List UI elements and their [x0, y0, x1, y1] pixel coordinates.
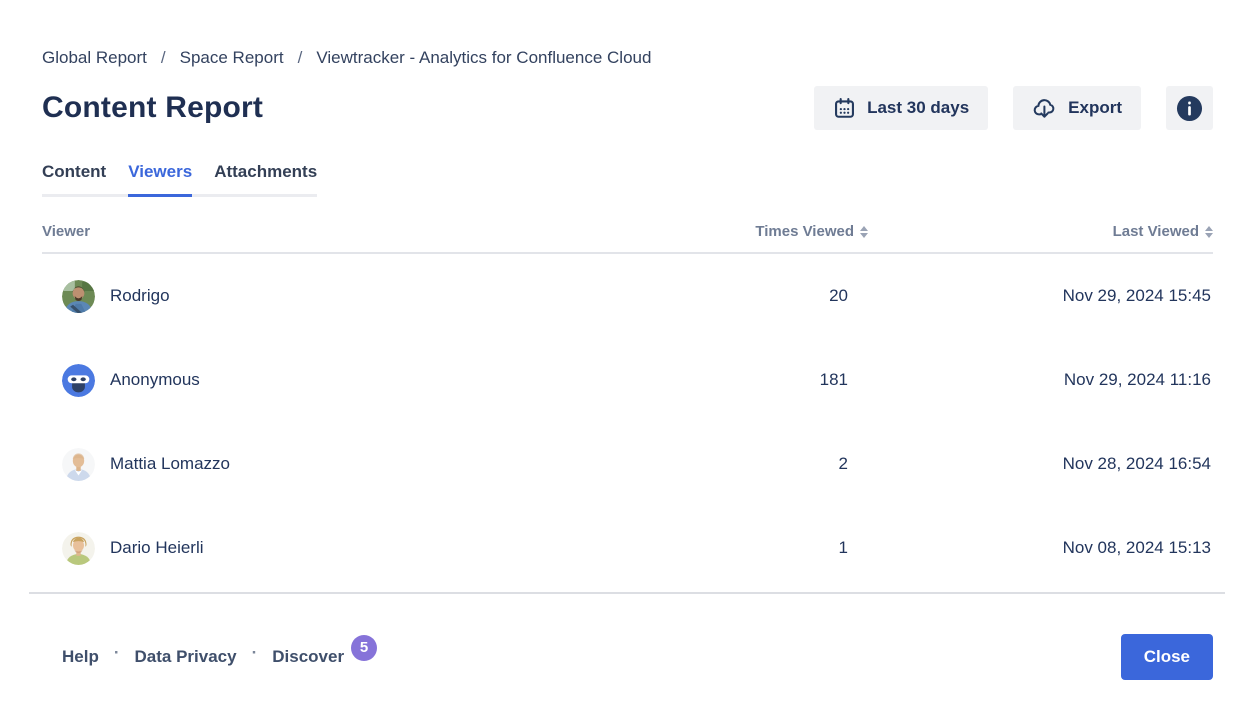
last-viewed-value: Nov 29, 2024 11:16	[868, 370, 1213, 390]
times-viewed-value: 1	[648, 538, 868, 558]
column-header-times-viewed-label: Times Viewed	[755, 223, 854, 240]
column-header-viewer: Viewer	[42, 223, 648, 240]
content-report-page: Global Report / Space Report / Viewtrack…	[0, 0, 1260, 680]
help-link[interactable]: Help	[62, 647, 99, 667]
cloud-download-icon	[1032, 96, 1057, 120]
breadcrumb-separator: /	[161, 48, 166, 68]
last-viewed-value: Nov 28, 2024 16:54	[868, 454, 1213, 474]
close-button[interactable]: Close	[1121, 634, 1213, 680]
table-row: Anonymous 181 Nov 29, 2024 11:16	[42, 338, 1213, 422]
breadcrumb-space-report[interactable]: Space Report	[180, 48, 284, 68]
breadcrumb-separator: /	[298, 48, 303, 68]
avatar-rodrigo	[62, 280, 95, 313]
date-range-label: Last 30 days	[867, 98, 969, 118]
export-label: Export	[1068, 98, 1122, 118]
footer-separator: ·	[114, 643, 120, 663]
data-privacy-link[interactable]: Data Privacy	[135, 647, 237, 667]
info-icon	[1176, 95, 1203, 122]
breadcrumb-global-report[interactable]: Global Report	[42, 48, 147, 68]
table-row: Dario Heierli 1 Nov 08, 2024 15:13	[42, 506, 1213, 590]
date-range-button[interactable]: Last 30 days	[814, 86, 988, 130]
sort-icon	[860, 226, 868, 238]
times-viewed-value: 20	[648, 286, 868, 306]
page-header: Content Report Last 30 days	[42, 86, 1213, 130]
sort-icon	[1205, 226, 1213, 238]
column-header-times-viewed[interactable]: Times Viewed	[755, 223, 868, 240]
table-header: Viewer Times Viewed Last Viewed	[42, 223, 1213, 254]
header-actions: Last 30 days Export	[814, 86, 1213, 130]
footer-links: Help · Data Privacy · Discover 5	[42, 644, 377, 670]
last-viewed-value: Nov 08, 2024 15:13	[868, 538, 1213, 558]
viewer-name: Mattia Lomazzo	[110, 454, 230, 474]
viewer-name: Anonymous	[110, 370, 200, 390]
times-viewed-value: 2	[648, 454, 868, 474]
breadcrumb-current-page: Viewtracker - Analytics for Confluence C…	[316, 48, 651, 68]
table-row: Rodrigo 20 Nov 29, 2024 15:45	[42, 254, 1213, 338]
column-header-last-viewed-label: Last Viewed	[1113, 223, 1199, 240]
tab-content[interactable]: Content	[42, 162, 106, 197]
avatar-anonymous-mask	[62, 364, 95, 397]
avatar-mattia	[62, 448, 95, 481]
table-row: Mattia Lomazzo 2 Nov 28, 2024 16:54	[42, 422, 1213, 506]
tab-attachments[interactable]: Attachments	[214, 162, 317, 197]
avatar-dario	[62, 532, 95, 565]
discover-count-badge: 5	[351, 635, 377, 661]
export-button[interactable]: Export	[1013, 86, 1141, 130]
viewer-name: Rodrigo	[110, 286, 170, 306]
footer: Help · Data Privacy · Discover 5 Close	[42, 634, 1213, 680]
footer-divider	[29, 592, 1225, 594]
calendar-icon	[833, 97, 856, 120]
info-button[interactable]	[1166, 86, 1213, 130]
breadcrumb: Global Report / Space Report / Viewtrack…	[42, 48, 1213, 68]
report-tabs: Content Viewers Attachments	[42, 162, 317, 197]
viewer-name: Dario Heierli	[110, 538, 204, 558]
column-header-last-viewed[interactable]: Last Viewed	[1113, 223, 1213, 240]
last-viewed-value: Nov 29, 2024 15:45	[868, 286, 1213, 306]
footer-separator: ·	[252, 643, 258, 663]
times-viewed-value: 181	[648, 370, 868, 390]
tab-viewers[interactable]: Viewers	[128, 162, 192, 197]
page-title: Content Report	[42, 91, 263, 125]
discover-link[interactable]: Discover	[272, 647, 344, 667]
